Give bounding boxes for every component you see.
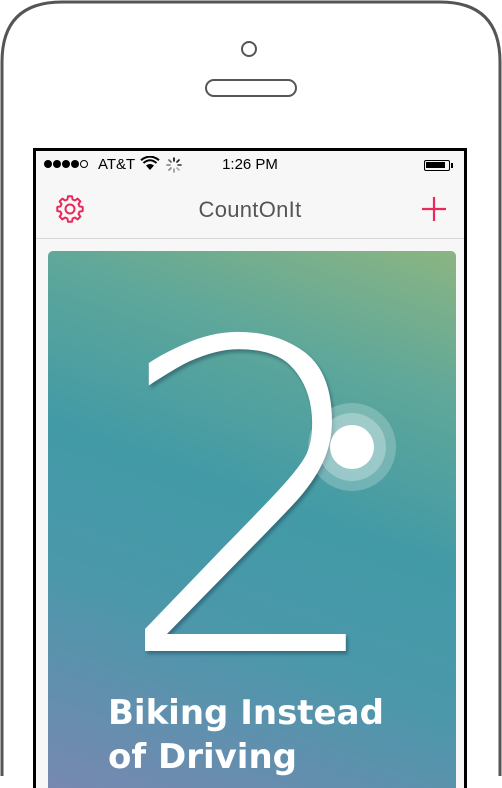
battery-tip: [451, 163, 453, 168]
navigation-bar: CountOnIt: [36, 179, 464, 239]
counter-card[interactable]: 2 Biking Instead of Driving: [48, 251, 456, 788]
battery-icon: [424, 160, 450, 171]
status-time: 1:26 PM: [222, 156, 278, 173]
counter-title: Biking Instead of Driving: [108, 693, 384, 777]
earpiece-speaker: [205, 79, 297, 97]
status-bar: AT&T 1:26 PM: [36, 151, 464, 179]
plus-icon: [422, 197, 446, 221]
front-camera: [241, 41, 257, 57]
add-counter-button[interactable]: [418, 193, 450, 225]
phone-frame: AT&T 1:26 PM CountOnIt 2 Biking Instead …: [0, 0, 502, 788]
app-title: CountOnIt: [198, 197, 302, 222]
app-screen: AT&T 1:26 PM CountOnIt 2 Biking Instead …: [36, 151, 464, 788]
phone-screen: AT&T 1:26 PM CountOnIt 2 Biking Instead …: [33, 148, 467, 788]
increment-touch-indicator[interactable]: [308, 403, 396, 491]
count-value: 2: [115, 253, 389, 753]
